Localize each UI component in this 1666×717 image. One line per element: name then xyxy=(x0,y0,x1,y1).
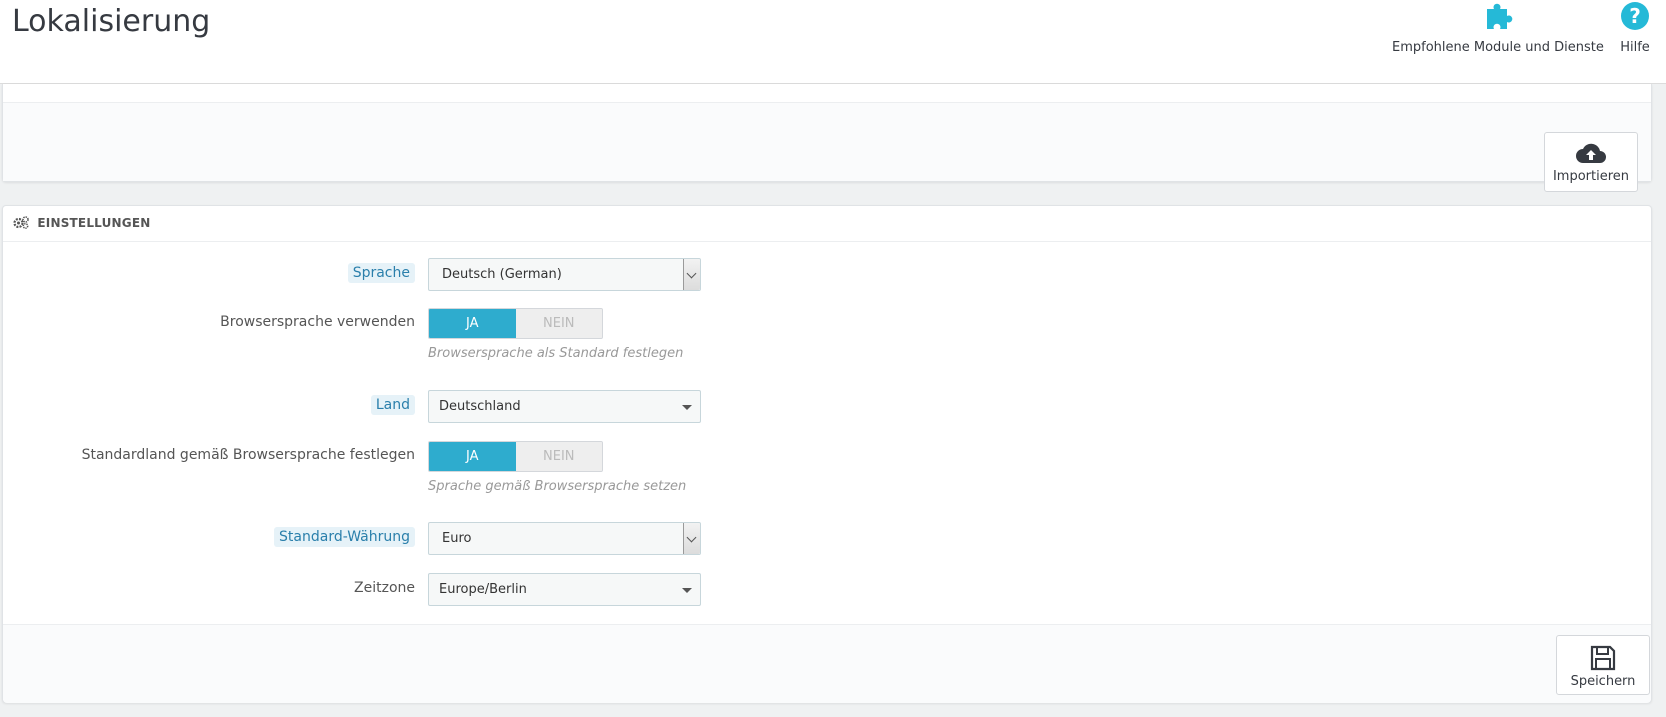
currency-select-value: Euro xyxy=(442,531,472,546)
import-label: Importieren xyxy=(1552,169,1630,184)
recommended-modules-button[interactable]: Empfohlene Module und Dienste xyxy=(1392,0,1604,55)
save-button[interactable]: Speichern xyxy=(1556,635,1650,695)
timezone-label: Zeitzone xyxy=(354,580,415,596)
chevron-down-icon xyxy=(683,523,700,554)
cloud-upload-icon xyxy=(1576,143,1606,163)
browser-language-label: Browsersprache verwenden xyxy=(220,314,415,330)
recommended-modules-label: Empfohlene Module und Dienste xyxy=(1392,40,1604,55)
browser-language-yes[interactable]: JA xyxy=(429,309,516,338)
browser-language-no[interactable]: NEIN xyxy=(515,309,602,338)
settings-panel: EINSTELLUNGEN Sprache Deutsch (German) B… xyxy=(2,205,1652,703)
question-circle-icon: ? xyxy=(1610,0,1660,34)
language-label: Sprache xyxy=(347,263,415,283)
puzzle-icon xyxy=(1392,0,1602,34)
country-label: Land xyxy=(370,395,415,415)
page-header: Lokalisierung Empfohlene Module und Dien… xyxy=(0,0,1666,84)
default-country-no[interactable]: NEIN xyxy=(515,442,602,471)
help-button[interactable]: ? Hilfe xyxy=(1610,0,1660,55)
panel-heading-title: EINSTELLUNGEN xyxy=(37,216,151,230)
country-select[interactable]: Deutschland xyxy=(428,390,701,423)
caret-down-icon xyxy=(682,405,692,410)
import-button[interactable]: Importieren xyxy=(1544,132,1638,192)
import-panel: Importieren xyxy=(2,84,1652,192)
settings-panel-footer: Speichern xyxy=(3,624,1651,703)
default-country-browser-help: Sprache gemäß Browsersprache setzen xyxy=(428,479,687,494)
browser-language-switch[interactable]: JA NEIN xyxy=(428,308,603,339)
import-panel-footer: Importieren xyxy=(3,103,1651,192)
chevron-down-icon xyxy=(683,259,700,290)
panel-heading: EINSTELLUNGEN xyxy=(3,206,1651,242)
default-country-browser-label: Standardland gemäß Browsersprache festle… xyxy=(81,447,415,463)
browser-language-switch-wrap: JA NEIN Browsersprache als Standard fest… xyxy=(428,308,683,361)
country-select-value: Deutschland xyxy=(439,399,521,414)
floppy-disk-icon xyxy=(1590,645,1616,671)
page-title: Lokalisierung xyxy=(12,4,211,39)
currency-select[interactable]: Euro xyxy=(428,522,701,555)
language-select-value: Deutsch (German) xyxy=(442,267,562,282)
default-country-browser-switch[interactable]: JA NEIN xyxy=(428,441,603,472)
caret-down-icon xyxy=(682,588,692,593)
timezone-select[interactable]: Europe/Berlin xyxy=(428,573,701,606)
timezone-select-value: Europe/Berlin xyxy=(439,582,527,597)
currency-label: Standard-Währung xyxy=(274,527,415,547)
svg-text:?: ? xyxy=(1629,4,1641,28)
default-country-switch-wrap: JA NEIN Sprache gemäß Browsersprache set… xyxy=(428,441,686,494)
help-label: Hilfe xyxy=(1620,40,1650,55)
browser-language-help: Browsersprache als Standard festlegen xyxy=(428,346,684,361)
cogs-icon xyxy=(13,216,29,232)
save-label: Speichern xyxy=(1570,674,1636,689)
default-country-yes[interactable]: JA xyxy=(429,442,516,471)
language-select[interactable]: Deutsch (German) xyxy=(428,258,701,291)
